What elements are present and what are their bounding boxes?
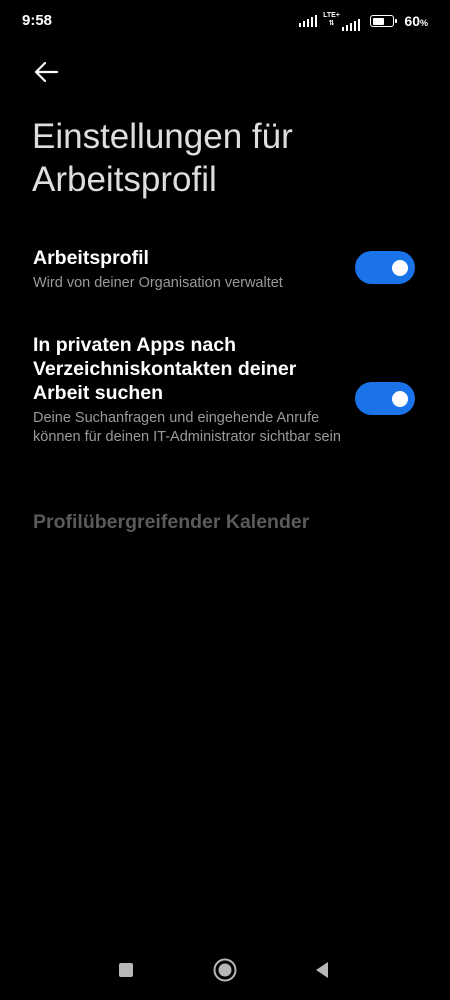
circle-icon <box>213 958 237 982</box>
battery-fill <box>372 17 384 25</box>
triangle-back-icon <box>316 962 328 978</box>
setting-title: Arbeitsprofil <box>33 247 149 269</box>
status-time: 9:58 <box>22 12 53 29</box>
contact-search-toggle[interactable] <box>355 382 415 415</box>
signal-icon-2 <box>341 18 361 31</box>
setting-summary: Wird von deiner Organisation verwaltet <box>33 275 283 291</box>
home-button[interactable] <box>207 952 243 988</box>
recents-button[interactable] <box>108 952 144 988</box>
lte-label: LTE+ ⇅ <box>323 12 340 28</box>
toggle-knob <box>392 259 408 276</box>
page-title: Einstellungen für Arbeitsprofil <box>32 117 293 199</box>
battery-percent-value: 60 <box>404 13 420 29</box>
back-button[interactable] <box>28 54 64 90</box>
navigation-bar <box>0 940 450 1000</box>
setting-cross-profile-calendar: Profilübergreifender Kalender <box>33 511 310 533</box>
battery-percent-unit: % <box>419 18 428 28</box>
data-arrows-icon: ⇅ <box>328 19 335 27</box>
setting-contact-search[interactable]: In privaten Apps nach Verzeichniskontakt… <box>33 333 418 473</box>
square-icon <box>119 963 133 977</box>
lte-signal: LTE+ ⇅ <box>323 12 361 31</box>
status-bar: 9:58 LTE+ ⇅ 60% <box>0 0 450 44</box>
signal-icon <box>298 15 318 27</box>
toggle-knob <box>392 390 408 407</box>
status-indicators: LTE+ ⇅ 60% <box>298 10 428 32</box>
network-type: LTE+ <box>323 11 340 19</box>
setting-summary: Deine Suchanfragen und eingehende Anrufe… <box>33 410 341 445</box>
work-profile-toggle[interactable] <box>355 251 415 284</box>
arrow-left-icon <box>34 61 59 83</box>
setting-work-profile[interactable]: Arbeitsprofil Wird von deiner Organisati… <box>33 246 418 296</box>
battery-percent: 60% <box>404 13 428 29</box>
back-nav-button[interactable] <box>304 952 340 988</box>
battery-icon <box>370 15 398 27</box>
setting-title: In privaten Apps nach Verzeichniskontakt… <box>33 334 297 404</box>
